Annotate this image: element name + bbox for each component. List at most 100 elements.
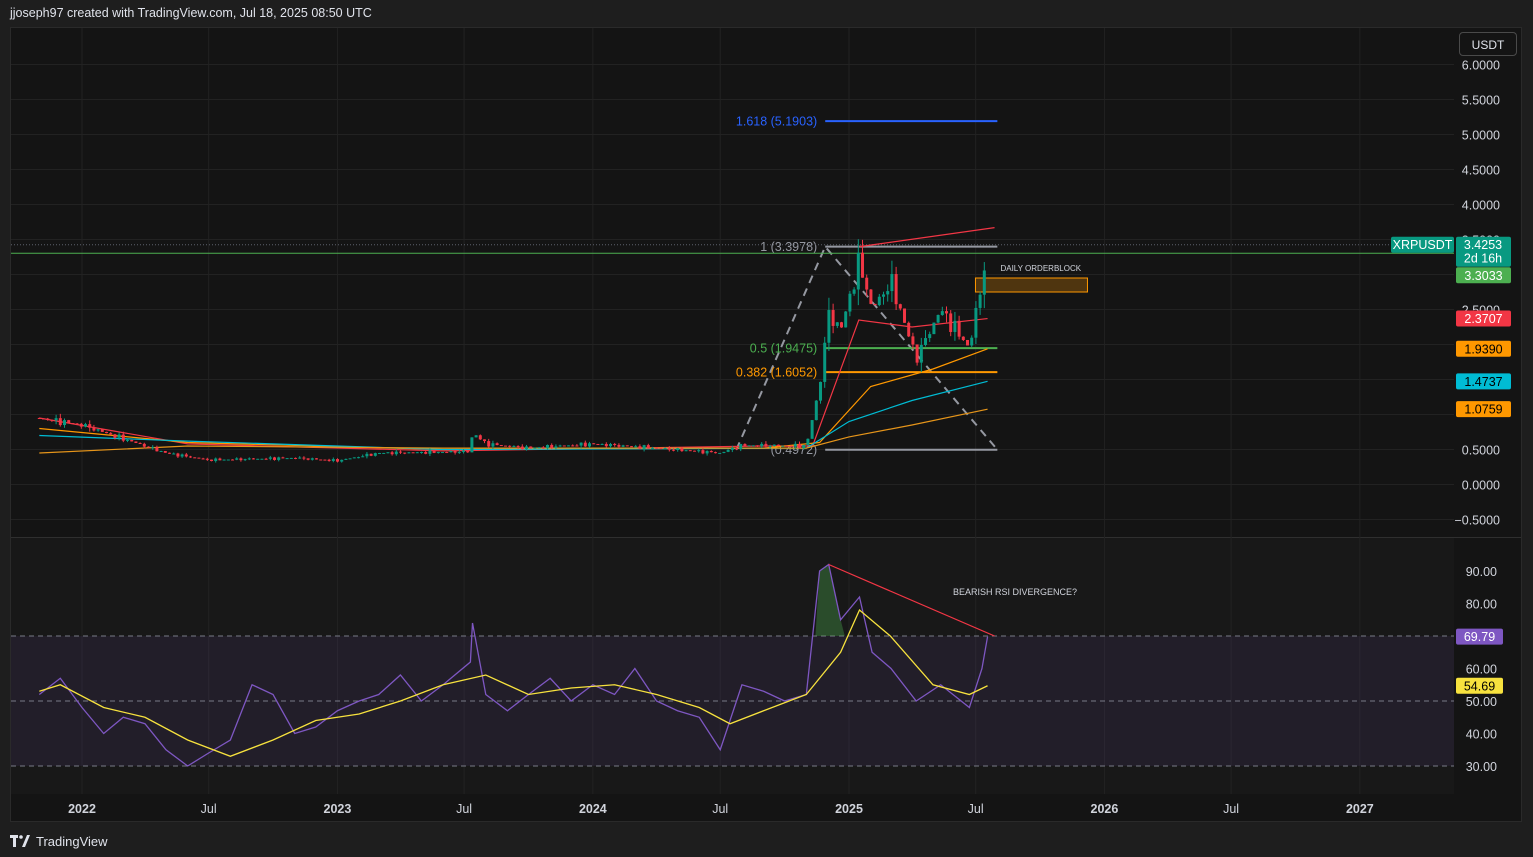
candle-body: [516, 446, 520, 448]
candle-body: [273, 457, 277, 460]
candle-body: [588, 443, 592, 447]
price-tick-label: 6.0000: [1462, 59, 1500, 73]
candle-body: [302, 457, 306, 459]
candle-body: [940, 311, 944, 315]
candle-body: [848, 293, 852, 312]
footer-brand[interactable]: TradingView: [10, 832, 108, 850]
countdown-tag: 2d 16h: [1464, 252, 1502, 266]
candle-body: [172, 453, 176, 455]
rsi-value-tag: 69.79: [1464, 630, 1495, 644]
symbol-tag: XRPUSDT: [1393, 238, 1453, 252]
candle-body: [810, 420, 814, 439]
candle-body: [499, 445, 503, 447]
candle-body: [915, 344, 919, 363]
last-price-tag: 3.4253: [1464, 238, 1502, 252]
candle-body: [205, 458, 209, 460]
price-tick-label: 4.5000: [1462, 164, 1500, 178]
chart-svg[interactable]: 6.00005.50005.00004.50004.00003.50002.50…: [0, 0, 1533, 857]
candle-body: [382, 452, 386, 454]
candle-body: [550, 444, 554, 448]
candle-body: [777, 444, 781, 446]
candle-body: [869, 289, 873, 304]
candle-body: [919, 344, 923, 363]
candle-body: [323, 459, 327, 461]
candle-body: [424, 451, 428, 454]
candle-body: [743, 443, 747, 446]
candle-body: [201, 458, 205, 460]
candle-body: [533, 447, 537, 449]
candle-body: [835, 322, 839, 326]
candle-body: [394, 451, 398, 455]
candle-body: [109, 433, 113, 435]
candle-body: [630, 446, 634, 448]
candle-body: [226, 459, 230, 461]
fib-level-label: 0.5 (1.9475): [750, 342, 817, 356]
candle-body: [163, 450, 167, 453]
candle-body: [159, 450, 163, 452]
time-tick-label: Jul: [1223, 802, 1239, 816]
candle-body: [126, 439, 130, 441]
candle-body: [541, 447, 545, 449]
candle-body: [390, 452, 394, 455]
candle-body: [861, 252, 865, 278]
candle-body: [176, 453, 180, 457]
candle-body: [705, 451, 709, 454]
price-tick-label: 0.0000: [1462, 479, 1500, 493]
candle-body: [827, 310, 831, 343]
candle-body: [147, 446, 151, 448]
candle-body: [373, 453, 377, 456]
candle-body: [882, 294, 886, 297]
candle-body: [974, 307, 978, 338]
candle-body: [310, 458, 314, 460]
rsi-tick-label: 60.00: [1466, 663, 1497, 677]
candle-body: [936, 314, 940, 323]
price-tick-label: 5.0000: [1462, 129, 1500, 143]
candle-body: [659, 448, 663, 450]
time-tick-label: 2024: [579, 802, 607, 816]
price-tick-label: 0.5000: [1462, 444, 1500, 458]
candle-body: [399, 451, 403, 453]
rsi-tick-label: 90.00: [1466, 565, 1497, 579]
candle-body: [537, 447, 541, 449]
candle-body: [340, 459, 344, 462]
candle-body: [924, 338, 928, 345]
candle-body: [184, 454, 188, 457]
rsi-divergence-label: BEARISH RSI DIVERGENCE?: [953, 587, 1077, 597]
candle-body: [646, 445, 650, 449]
candle-body: [747, 445, 751, 447]
candle-body: [672, 449, 676, 451]
candle-body: [218, 458, 222, 461]
candle-body: [802, 445, 806, 449]
candle-body: [46, 418, 50, 420]
candle-body: [457, 452, 461, 454]
candle-body: [798, 443, 802, 449]
candle-body: [966, 339, 970, 346]
candle-body: [386, 452, 390, 454]
candle-body: [420, 451, 424, 453]
candle-body: [155, 447, 159, 452]
candle-body: [907, 322, 911, 337]
candle-body: [495, 443, 499, 446]
candle-body: [189, 456, 193, 458]
candle-body: [294, 457, 298, 459]
candle-body: [222, 459, 226, 461]
time-tick-label: 2023: [324, 802, 352, 816]
rsi-tick-label: 30.00: [1466, 760, 1497, 774]
footer-brand-label: TradingView: [36, 833, 108, 849]
candle-body: [529, 446, 533, 449]
currency-button[interactable]: USDT: [1459, 32, 1517, 56]
candle-body: [781, 445, 785, 447]
fib-level-label: 0.382 (1.6052): [736, 366, 817, 380]
price-tick-label: 5.5000: [1462, 94, 1500, 108]
candle-body: [105, 431, 109, 434]
candle-body: [348, 458, 352, 460]
time-tick-label: 2022: [68, 802, 96, 816]
candle-body: [886, 291, 890, 295]
candle-body: [277, 457, 281, 460]
time-tick-label: 2027: [1346, 802, 1374, 816]
candle-body: [289, 457, 293, 459]
candle-body: [823, 342, 827, 382]
candle-body: [768, 446, 772, 448]
candle-body: [562, 445, 566, 447]
candle-body: [575, 445, 579, 447]
